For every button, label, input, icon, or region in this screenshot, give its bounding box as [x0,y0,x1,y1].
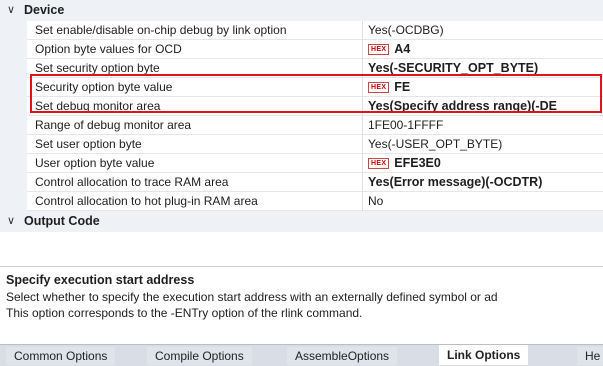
category-label: Device [24,3,65,17]
row-gutter [0,21,27,40]
property-value[interactable]: Yes(-OCDBG) [368,21,603,39]
column-divider [362,59,363,78]
property-name: Set security option byte [35,61,160,75]
description-panel: Specify execution start address Select w… [0,266,603,329]
property-value[interactable]: 1FE00-1FFFF [368,116,603,134]
property-name: Security option byte value [35,80,173,94]
property-name: Option byte values for OCD [35,42,182,56]
property-row[interactable]: Option byte values for OCD HEX A4 [0,40,603,59]
row-gutter [0,116,27,135]
property-value[interactable]: Yes(-USER_OPT_BYTE) [368,135,603,153]
property-value-text: Yes(Error message)(-OCDTR) [368,175,543,189]
property-name: User option byte value [35,156,155,170]
property-value[interactable]: HEX EFE3E0 [368,154,603,172]
row-gutter [0,78,27,97]
hex-badge-icon: HEX [368,82,390,93]
property-row[interactable]: Set debug monitor area Yes(Specify addres… [0,97,603,116]
description-text: This option corresponds to the -ENTry op… [6,306,363,320]
tab-bar: Common Options Compile Options AssembleO… [0,344,603,366]
property-value-text: Yes(-SECURITY_OPT_BYTE) [368,61,539,75]
tab-compile-options[interactable]: Compile Options [147,347,252,365]
property-row[interactable]: Control allocation to hot plug-in RAM ar… [0,192,603,211]
column-divider [362,97,363,116]
property-value-text: A4 [394,42,411,56]
property-row[interactable]: Security option byte value HEX FE [0,78,603,97]
row-gutter [0,97,27,116]
property-value-text: Yes(Specify address range)(-DE [368,99,557,113]
property-value-text: Yes(-USER_OPT_BYTE) [368,137,503,151]
row-gutter [0,192,27,211]
tab-assemble-options[interactable]: AssembleOptions [287,347,398,365]
property-value[interactable]: Yes(Error message)(-OCDTR) [368,173,603,191]
property-row[interactable]: Range of debug monitor area 1FE00-1FFFF [0,116,603,135]
column-divider [362,78,363,97]
property-value[interactable]: HEX FE [368,78,603,96]
column-divider [362,154,363,173]
chevron-down-icon[interactable]: ∨ [4,0,18,21]
category-output-code[interactable]: ∨ Output Code [0,211,603,232]
row-gutter [0,40,27,59]
property-grid: ∨ Device Set enable/disable on-chip debu… [0,0,603,232]
property-name: Set debug monitor area [35,99,161,113]
column-divider [362,192,363,211]
chevron-down-icon[interactable]: ∨ [4,211,18,232]
column-divider [362,116,363,135]
column-divider [362,173,363,192]
property-value[interactable]: Yes(-SECURITY_OPT_BYTE) [368,59,603,77]
column-divider [362,21,363,40]
property-row[interactable]: Set user option byte Yes(-USER_OPT_BYTE) [0,135,603,154]
tab-label: Compile Options [155,349,244,363]
property-name: Control allocation to trace RAM area [35,175,229,189]
description-title: Specify execution start address [6,273,195,287]
tab-label: Link Options [447,348,521,362]
property-value-text: FE [394,80,411,94]
property-name: Range of debug monitor area [35,118,192,132]
property-row[interactable]: User option byte value HEX EFE3E0 [0,154,603,173]
row-gutter [0,59,27,78]
tab-link-options[interactable]: Link Options [439,345,529,365]
tab-help[interactable]: He [577,347,603,365]
property-value-text: Yes(-OCDBG) [368,23,444,37]
property-row[interactable]: Set enable/disable on-chip debug by link… [0,21,603,40]
property-value[interactable]: No [368,192,603,210]
hex-badge-icon: HEX [368,158,390,169]
tab-label: He [585,349,601,363]
row-gutter [0,154,27,173]
tab-common-options[interactable]: Common Options [6,347,116,365]
row-gutter [0,135,27,154]
category-label: Output Code [24,214,100,228]
column-divider [362,135,363,154]
property-row[interactable]: Set security option byte Yes(-SECURITY_OP… [0,59,603,78]
property-value[interactable]: Yes(Specify address range)(-DE [368,97,603,115]
tab-label: Common Options [14,349,108,363]
property-row[interactable]: Control allocation to trace RAM area Yes(… [0,173,603,192]
property-name: Control allocation to hot plug-in RAM ar… [35,194,258,208]
category-device[interactable]: ∨ Device [0,0,603,21]
property-name: Set user option byte [35,137,142,151]
property-value-text: EFE3E0 [394,156,441,170]
tab-label: AssembleOptions [295,349,390,363]
property-value[interactable]: HEX A4 [368,40,603,58]
property-name: Set enable/disable on-chip debug by link… [35,23,287,37]
column-divider [362,40,363,59]
hex-badge-icon: HEX [368,44,390,55]
row-gutter [0,173,27,192]
property-value-text: 1FE00-1FFFF [368,118,444,132]
property-value-text: No [368,194,384,208]
description-text: Select whether to specify the execution … [6,290,498,304]
